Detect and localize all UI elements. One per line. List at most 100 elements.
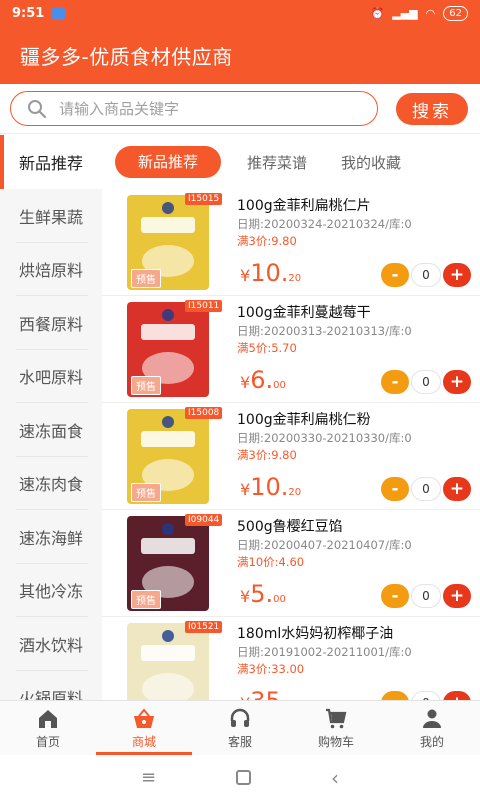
product-price: ¥35.00 — [240, 687, 301, 700]
product-item[interactable]: 预售 I15008 100g金菲利扁桃仁粉 日期:20200330-202103… — [102, 403, 480, 510]
wifi-icon: ◠ — [425, 6, 436, 20]
status-bar: 9:51 ⏰ ▂▄▆ ◠ 62 — [0, 0, 480, 26]
price-decimal: 20 — [288, 487, 302, 498]
product-image[interactable]: 预售 — [127, 195, 209, 290]
home-button-icon[interactable] — [236, 770, 252, 785]
product-price: ¥10.20 — [240, 259, 301, 287]
product-name[interactable]: 100g金菲利蔓越莓干 — [237, 302, 371, 322]
product-name[interactable]: 100g金菲利扁桃仁粉 — [237, 409, 371, 429]
sidebar-item-western[interactable]: 西餐原料 — [0, 296, 102, 350]
tab-mine[interactable]: 我的 — [384, 701, 480, 755]
tab-service[interactable]: 客服 — [192, 701, 288, 755]
sidebar-item-hotpot[interactable]: 火锅原料 — [0, 671, 102, 700]
price-decimal: 00 — [273, 594, 286, 605]
minus-button[interactable]: - — [381, 263, 409, 287]
currency-symbol: ¥ — [240, 266, 251, 285]
product-image[interactable]: 预售 — [127, 516, 209, 611]
product-name[interactable]: 100g金菲利扁桃仁片 — [237, 195, 371, 215]
tab-label: 客服 — [227, 734, 252, 749]
sidebar-item-label: 火锅原料 — [18, 689, 83, 700]
signal-icon: ▂▄▆ — [392, 6, 418, 20]
sidebar-item-label: 速冻海鲜 — [18, 528, 83, 548]
quantity-value[interactable]: 0 — [411, 477, 441, 501]
search-box[interactable] — [10, 91, 378, 126]
quantity-value[interactable]: 0 — [411, 263, 441, 287]
tab-mall[interactable]: 商城 — [96, 701, 192, 755]
system-nav-bar: ≡ ‹ — [0, 755, 480, 800]
product-date: 日期:20200324-20210324/库:0 — [237, 217, 412, 231]
product-image[interactable]: 预售 — [127, 409, 209, 504]
plus-button[interactable]: + — [443, 584, 471, 608]
product-promo: 满5价:5.70 — [237, 341, 297, 355]
search-input[interactable] — [59, 99, 339, 118]
product-item[interactable]: 预售 I15015 100g金菲利扁桃仁片 日期:20200324-202103… — [102, 189, 480, 296]
sidebar-item-frozen-seafood[interactable]: 速冻海鲜 — [0, 510, 102, 564]
app-notification-icon — [52, 6, 66, 20]
status-time: 9:51 — [12, 5, 45, 21]
plus-button[interactable]: + — [443, 691, 471, 700]
plus-button[interactable]: + — [443, 263, 471, 287]
quantity-stepper: - 0 + — [381, 477, 471, 501]
product-name[interactable]: 180ml水妈妈初榨椰子油 — [237, 623, 393, 643]
tab-home[interactable]: 首页 — [0, 701, 96, 755]
sidebar-item-frozen-meat[interactable]: 速冻肉食 — [0, 457, 102, 511]
price-integer: 10. — [250, 473, 289, 501]
minus-button[interactable]: - — [381, 584, 409, 608]
sidebar-item-other-frozen[interactable]: 其他冷冻 — [0, 564, 102, 618]
product-price: ¥5.00 — [240, 580, 286, 608]
tab-favorites[interactable]: 我的收藏 — [341, 152, 401, 173]
category-sidebar: 新品推荐 生鲜果蔬 烘焙原料 西餐原料 水吧原料 速冻面食 速冻肉食 速冻海鲜 … — [0, 135, 102, 700]
product-date: 日期:20191002-20211001/库:0 — [237, 645, 412, 659]
product-promo: 满3价:33.00 — [237, 662, 305, 676]
product-price: ¥10.20 — [240, 473, 301, 501]
plus-button[interactable]: + — [443, 477, 471, 501]
currency-symbol: ¥ — [240, 480, 251, 499]
presale-badge: 预售 — [131, 590, 161, 609]
presale-badge: 预售 — [131, 376, 161, 395]
quantity-value[interactable]: 0 — [411, 584, 441, 608]
minus-button[interactable]: - — [381, 477, 409, 501]
tab-new[interactable]: 新品推荐 — [115, 146, 221, 178]
tab-recipes[interactable]: 推荐菜谱 — [247, 152, 307, 173]
tab-cart[interactable]: 购物车 — [288, 701, 384, 755]
tab-label: 商城 — [131, 734, 156, 749]
tab-label: 购物车 — [317, 734, 354, 749]
sidebar-item-fresh[interactable]: 生鲜果蔬 — [0, 189, 102, 243]
product-code-badge: I01521 — [185, 621, 223, 633]
presale-badge: 预售 — [131, 483, 161, 502]
app-header: 疆多多-优质食材供应商 — [0, 26, 480, 84]
quantity-stepper: - 0 + — [381, 584, 471, 608]
tab-label: 我的 — [419, 734, 444, 749]
sidebar-item-bar[interactable]: 水吧原料 — [0, 350, 102, 404]
back-icon[interactable]: ‹ — [331, 766, 339, 790]
sidebar-item-baking[interactable]: 烘焙原料 — [0, 243, 102, 297]
presale-badge: 预售 — [131, 269, 161, 288]
minus-button[interactable]: - — [381, 691, 409, 700]
minus-button[interactable]: - — [381, 370, 409, 394]
price-integer: 10. — [250, 259, 289, 287]
product-item[interactable]: 预售 I09044 500g鲁樱红豆馅 日期:20200407-20210407… — [102, 510, 480, 617]
plus-button[interactable]: + — [443, 370, 471, 394]
sidebar-item-label: 酒水饮料 — [18, 635, 83, 655]
home-icon — [39, 709, 57, 728]
product-image[interactable]: 预售 — [127, 302, 209, 397]
menu-icon[interactable]: ≡ — [141, 767, 156, 788]
quantity-value[interactable]: 0 — [411, 370, 441, 394]
product-code-badge: I15008 — [185, 407, 223, 419]
basket-icon — [134, 707, 154, 728]
alarm-icon: ⏰ — [370, 6, 385, 20]
tab-bar: 新品推荐 推荐菜谱 我的收藏 — [102, 135, 480, 189]
product-name[interactable]: 500g鲁樱红豆馅 — [237, 516, 343, 536]
sidebar-item-label: 烘焙原料 — [18, 261, 83, 281]
search-button[interactable]: 搜索 — [396, 93, 468, 125]
quantity-stepper: - 0 + — [381, 263, 471, 287]
sidebar-item-label: 其他冷冻 — [18, 582, 83, 602]
product-item[interactable]: 预售 I15011 100g金菲利蔓越莓干 日期:20200313-202103… — [102, 296, 480, 403]
sidebar-item-new[interactable]: 新品推荐 — [0, 135, 102, 189]
product-image[interactable] — [127, 623, 209, 700]
sidebar-item-frozen-noodle[interactable]: 速冻面食 — [0, 403, 102, 457]
product-item[interactable]: I01521 180ml水妈妈初榨椰子油 日期:20191002-2021100… — [102, 617, 480, 700]
quantity-value[interactable]: 0 — [411, 691, 441, 700]
battery-icon: 62 — [443, 5, 468, 21]
sidebar-item-drinks[interactable]: 酒水饮料 — [0, 617, 102, 671]
